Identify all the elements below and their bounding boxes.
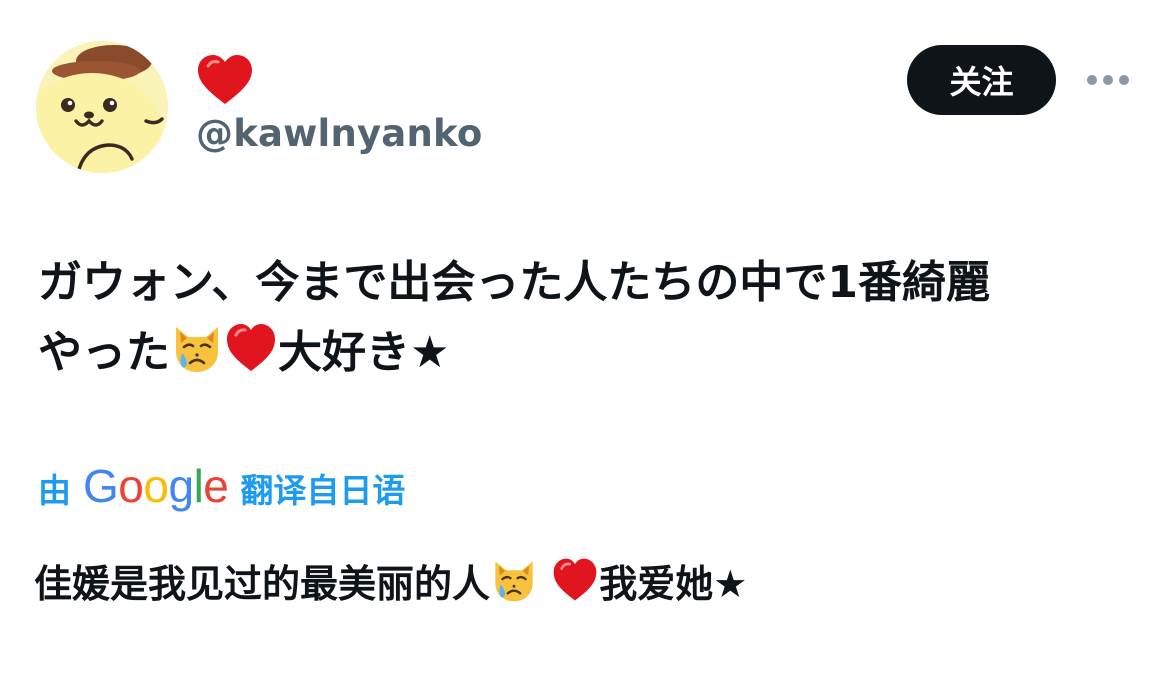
tweet-text-line-2: やった 大好き★ bbox=[38, 318, 1148, 388]
tweet-text-line-2-end: 大好き★ bbox=[278, 327, 450, 378]
user-handle[interactable]: @kawlnyanko bbox=[196, 112, 482, 155]
google-letter-6: e bbox=[203, 460, 229, 512]
red-heart-icon bbox=[551, 556, 599, 604]
red-heart-icon bbox=[198, 55, 252, 104]
translation-suffix: 翻译自日语 bbox=[240, 471, 406, 510]
translated-text-end: 我爱她★ bbox=[599, 562, 748, 606]
google-letter-5: l bbox=[193, 460, 204, 512]
google-letter-3: o bbox=[143, 460, 169, 512]
follow-button[interactable]: 关注 bbox=[907, 45, 1056, 115]
tweet-text-line-1: ガウォン、今まで出会った人たちの中で1番綺麗 bbox=[38, 257, 990, 308]
crying-cat-face-icon bbox=[490, 556, 538, 604]
more-dots-icon bbox=[1087, 75, 1129, 85]
pompompurin-avatar-icon bbox=[36, 41, 168, 173]
translation-prefix: 由 bbox=[38, 471, 71, 510]
display-name[interactable] bbox=[196, 50, 254, 110]
google-letter-2: o bbox=[118, 460, 144, 512]
google-letter-4: g bbox=[168, 460, 194, 512]
translated-text-start: 佳媛是我见过的最美丽的人 bbox=[34, 562, 491, 606]
translated-text: 佳媛是我见过的最美丽的人 我爱她★ bbox=[34, 552, 747, 616]
avatar[interactable] bbox=[36, 41, 168, 173]
red-heart-icon bbox=[224, 321, 278, 375]
google-logo: Google bbox=[83, 459, 229, 513]
tweet: @kawlnyanko 关注 ガウォン、今まで出会った人たちの中で1番綺麗 やっ… bbox=[0, 0, 1170, 675]
more-options-button[interactable] bbox=[1080, 60, 1136, 100]
google-letter-1: G bbox=[83, 460, 119, 512]
tweet-text: ガウォン、今まで出会った人たちの中で1番綺麗 やった 大好き★ bbox=[38, 248, 1148, 388]
translation-attribution[interactable]: 由 Google 翻译自日语 bbox=[38, 458, 405, 518]
crying-cat-face-icon bbox=[170, 321, 224, 375]
tweet-text-line-2-start: やった bbox=[38, 327, 170, 378]
